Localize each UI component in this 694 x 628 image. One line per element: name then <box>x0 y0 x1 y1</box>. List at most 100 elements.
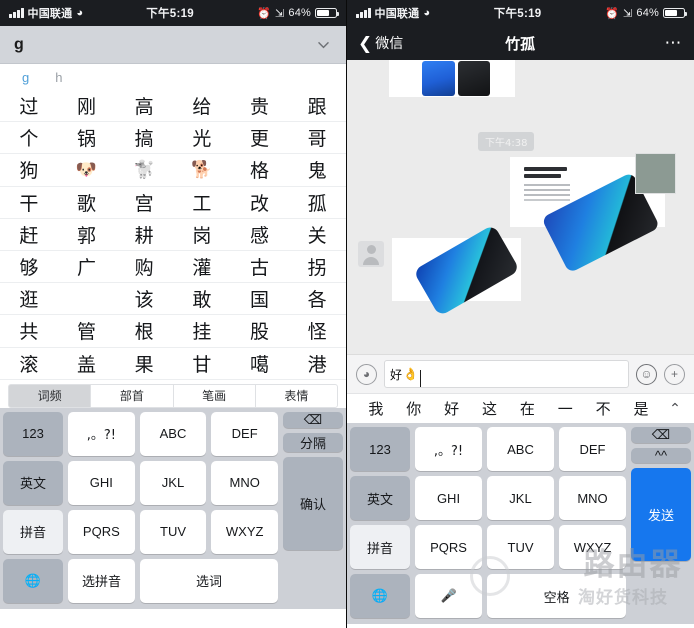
key-punctuation[interactable]: ,。?! <box>68 411 135 456</box>
candidate-tab-2[interactable]: 笔画 <box>173 384 255 407</box>
candidate-cell[interactable]: 孤 <box>288 187 346 218</box>
key-microphone[interactable]: 🎤 <box>415 574 483 618</box>
candidate-tab-3[interactable]: 表情 <box>255 384 337 407</box>
candidate-cell[interactable]: 哥 <box>288 122 346 153</box>
key-wxyz[interactable]: WXYZ <box>211 509 279 554</box>
key-pinyin[interactable]: 拼音 <box>3 509 63 554</box>
key-abc[interactable]: ABC <box>487 427 554 471</box>
smiley-icon[interactable]: ☺ <box>636 363 657 385</box>
candidate-cell[interactable]: 跟 <box>288 90 346 121</box>
key-delete[interactable]: ⌫ <box>631 427 691 443</box>
candidate-cell[interactable]: 郭 <box>58 219 116 250</box>
key-separator[interactable]: 分隔 <box>283 432 343 452</box>
key-pinyin[interactable]: 拼音 <box>350 525 410 569</box>
candidate-cell[interactable]: 锅 <box>58 122 116 153</box>
pinyin-hint-active[interactable]: g <box>22 70 29 85</box>
suggestion-item[interactable]: 你 <box>395 398 433 419</box>
suggestion-item[interactable]: 这 <box>471 398 509 419</box>
more-actions-button[interactable]: + <box>664 363 685 385</box>
candidate-cell[interactable]: 搞 <box>115 122 173 153</box>
suggestion-item[interactable]: 是 <box>622 398 660 419</box>
candidate-cell[interactable]: 🐕 <box>173 154 231 185</box>
emoji-button[interactable]: ☺ <box>636 363 657 385</box>
candidate-cell[interactable]: 够 <box>0 251 58 282</box>
candidate-cell[interactable]: 光 <box>173 122 231 153</box>
key-kaomoji[interactable]: ^^ <box>631 448 691 463</box>
candidate-cell[interactable]: 敢 <box>173 283 231 314</box>
key-ghi[interactable]: GHI <box>68 460 135 505</box>
candidate-cell[interactable]: 赶 <box>0 219 58 250</box>
back-label[interactable]: 微信 <box>375 33 403 53</box>
candidate-cell[interactable]: 狗 <box>0 154 58 185</box>
chevron-down-icon[interactable] <box>315 36 332 53</box>
candidate-cell[interactable]: 滚 <box>0 348 58 379</box>
suggestion-item[interactable]: 我 <box>357 398 395 419</box>
message-image-3[interactable] <box>392 224 521 317</box>
chevron-left-icon[interactable]: ❮ <box>358 35 372 52</box>
key-tuv[interactable]: TUV <box>487 525 554 569</box>
candidate-cell[interactable]: 歌 <box>58 187 116 218</box>
key-mno[interactable]: MNO <box>559 476 626 520</box>
key-tuv[interactable]: TUV <box>139 509 207 554</box>
key-wxyz[interactable]: WXYZ <box>559 525 626 569</box>
candidate-cell[interactable]: 关 <box>288 219 346 250</box>
candidate-cell[interactable]: 给 <box>173 90 231 121</box>
message-image-1[interactable] <box>389 60 515 97</box>
chevron-up-icon[interactable]: ⌃ <box>660 400 690 417</box>
pinyin-compose-bar[interactable]: g <box>0 26 346 64</box>
suggestion-item[interactable]: 一 <box>546 398 584 419</box>
key-send[interactable]: 发送 <box>631 468 691 561</box>
contact-thumbnail[interactable] <box>635 153 676 194</box>
candidate-cell[interactable]: 国 <box>231 283 289 314</box>
candidate-cell[interactable]: 宫 <box>115 187 173 218</box>
message-input[interactable]: 好 👌 <box>384 360 629 388</box>
key-english[interactable]: 英文 <box>3 460 63 505</box>
avatar[interactable] <box>358 241 384 267</box>
candidate-cell[interactable]: 灌 <box>173 251 231 282</box>
candidate-cell[interactable]: 怪 <box>288 315 346 346</box>
candidate-cell[interactable]: 改 <box>231 187 289 218</box>
candidate-cell[interactable]: 古 <box>231 251 289 282</box>
candidate-cell[interactable]: 挂 <box>173 315 231 346</box>
candidate-tab-0[interactable]: 词频 <box>9 384 91 407</box>
candidate-cell[interactable]: 共 <box>0 315 58 346</box>
key-123[interactable]: 123 <box>3 411 63 456</box>
key-delete[interactable]: ⌫ <box>283 411 343 428</box>
pinyin-hint-next[interactable]: h <box>55 70 62 85</box>
candidate-cell[interactable]: 果 <box>115 348 173 379</box>
candidate-cell[interactable]: 过 <box>0 90 58 121</box>
candidate-cell[interactable]: 🐩 <box>115 154 173 185</box>
candidate-cell[interactable]: 盖 <box>58 348 116 379</box>
candidate-tab-1[interactable]: 部首 <box>91 384 173 407</box>
candidate-cell[interactable]: 股 <box>231 315 289 346</box>
candidate-cell[interactable]: 拐 <box>288 251 346 282</box>
candidate-cell[interactable]: 刚 <box>58 90 116 121</box>
candidate-cell[interactable]: 噶 <box>231 348 289 379</box>
candidate-cell[interactable]: 高 <box>115 90 173 121</box>
candidate-cell[interactable]: 逛 <box>0 283 58 314</box>
key-choose-pinyin[interactable]: 选拼音 <box>68 558 135 603</box>
chat-message-list[interactable]: 下午4:38 <box>347 60 694 354</box>
key-pqrs[interactable]: PQRS <box>68 509 135 554</box>
key-def[interactable]: DEF <box>211 411 279 456</box>
candidate-cell[interactable]: 耕 <box>115 219 173 250</box>
candidate-cell[interactable]: 购 <box>115 251 173 282</box>
voice-wave-icon[interactable]: ◕ <box>356 363 377 385</box>
candidate-cell[interactable]: 岗 <box>173 219 231 250</box>
key-punctuation[interactable]: ,。?! <box>415 427 482 471</box>
candidate-cell[interactable]: 工 <box>173 187 231 218</box>
plus-icon[interactable]: + <box>664 363 685 385</box>
suggestion-item[interactable]: 好 <box>433 398 471 419</box>
key-abc[interactable]: ABC <box>139 411 207 456</box>
candidate-cell[interactable]: 甘 <box>173 348 231 379</box>
candidate-cell[interactable]: 感 <box>231 219 289 250</box>
key-choose-word[interactable]: 选词 <box>140 558 278 603</box>
candidate-cell[interactable]: 格 <box>231 154 289 185</box>
candidate-cell[interactable]: 个 <box>0 122 58 153</box>
key-pqrs[interactable]: PQRS <box>415 525 482 569</box>
candidate-cell[interactable]: 贵 <box>231 90 289 121</box>
candidate-cell[interactable]: 广 <box>58 251 116 282</box>
candidate-cell[interactable]: 各 <box>288 283 346 314</box>
key-space[interactable]: 空格 <box>487 574 626 618</box>
key-globe[interactable]: 🌐 <box>350 574 410 618</box>
